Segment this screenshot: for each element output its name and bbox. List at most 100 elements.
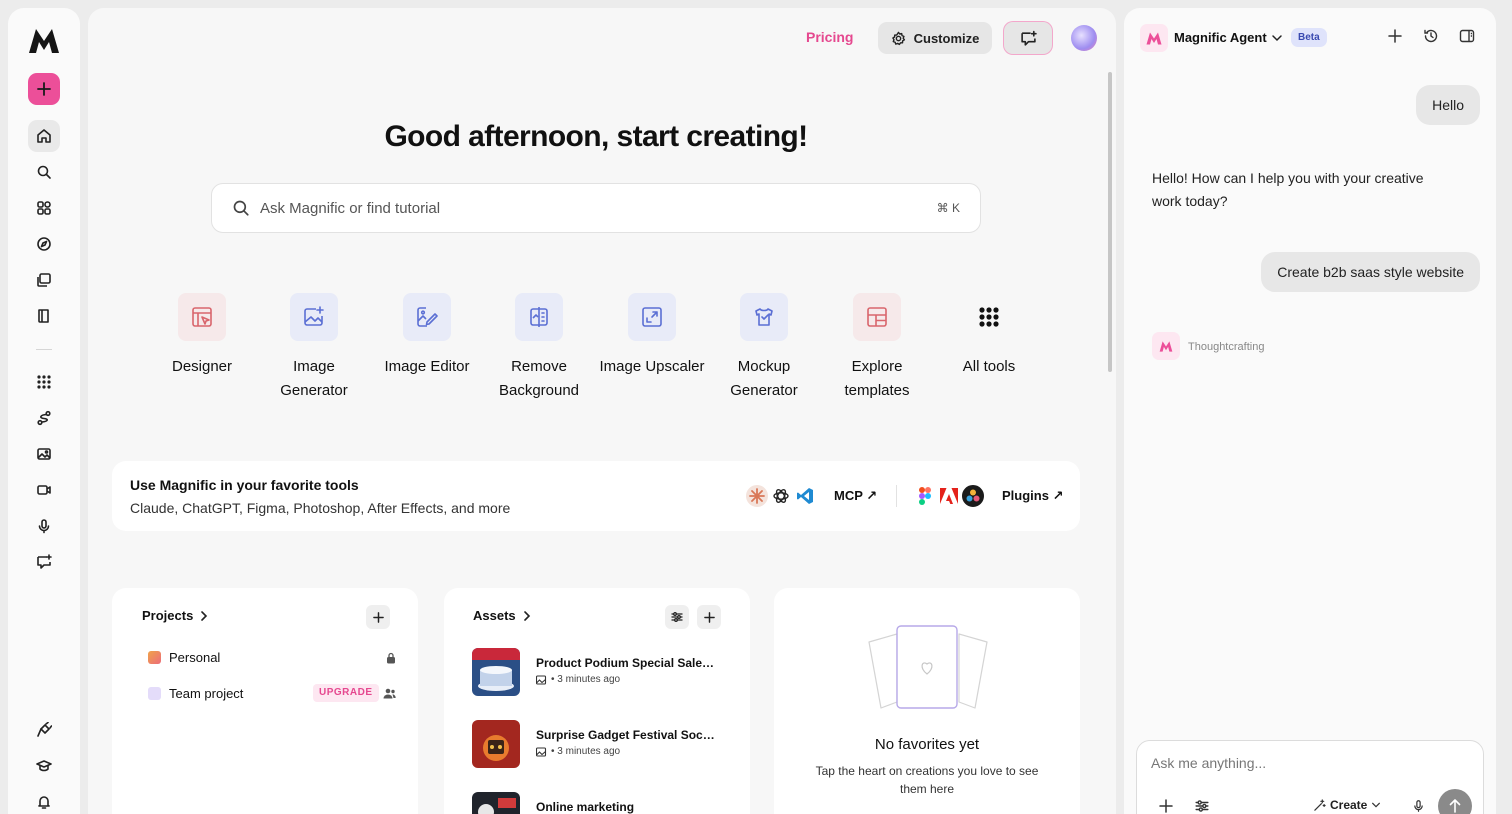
pricing-link[interactable]: Pricing: [806, 29, 853, 45]
workflow-icon[interactable]: [28, 402, 60, 434]
remove-background-icon: [515, 293, 563, 341]
tool-label: Designer: [171, 358, 233, 375]
new-chat-button[interactable]: [1387, 28, 1403, 44]
tool-explore-templates[interactable]: Explore templates: [822, 293, 932, 403]
home-icon[interactable]: [28, 120, 60, 152]
asset-name: Surprise Gadget Festival Social Post: [536, 728, 716, 742]
tool-designer[interactable]: Designer: [147, 293, 257, 379]
figma-logo-icon: [912, 483, 938, 509]
tool-remove-background[interactable]: Remove Background: [484, 293, 594, 403]
chat-input[interactable]: [1151, 755, 1451, 771]
library-icon[interactable]: [28, 300, 60, 332]
agent-selector[interactable]: Magnific Agent: [1174, 30, 1283, 45]
tool-image-generator[interactable]: Image Generator: [259, 293, 369, 403]
vscode-logo-icon: [792, 483, 818, 509]
tool-all-tools[interactable]: All tools: [934, 293, 1044, 379]
favorites-card: No favorites yet Tap the heart on creati…: [774, 588, 1080, 814]
history-icon: [1424, 29, 1438, 43]
designer-icon: [178, 293, 226, 341]
filter-assets-button[interactable]: [665, 605, 689, 629]
voice-input-button[interactable]: [1412, 799, 1425, 813]
tool-image-upscaler[interactable]: Image Upscaler: [597, 293, 707, 379]
explore-icon[interactable]: [28, 228, 60, 260]
scrollbar[interactable]: [1108, 72, 1112, 372]
favorites-empty-title: No favorites yet: [874, 736, 980, 753]
agent-panel: Magnific Agent Beta Hello Hello! How can…: [1124, 8, 1496, 814]
asset-meta: • 3 minutes ago: [536, 746, 716, 757]
asset-thumbnail: [472, 720, 520, 768]
agent-logo-icon: [1152, 332, 1180, 360]
arrow-up-icon: [1449, 799, 1461, 813]
plus-icon: [1388, 29, 1402, 43]
image-editor-icon: [403, 293, 451, 341]
projects-card: Projects Personal Team project UPGRADE: [112, 588, 418, 814]
mode-selector[interactable]: Create: [1313, 798, 1381, 812]
integrations-banner: Use Magnific in your favorite tools Clau…: [112, 461, 1080, 531]
projects-header[interactable]: Projects: [142, 608, 209, 623]
tool-label: Explore templates: [844, 358, 910, 399]
notifications-icon[interactable]: [28, 786, 60, 814]
feedback-icon[interactable]: [28, 546, 60, 578]
send-button[interactable]: [1438, 789, 1472, 814]
davinci-logo-icon: [960, 483, 986, 509]
sidebar: [8, 8, 80, 814]
user-message: Create b2b saas style website: [1261, 252, 1480, 292]
asset-item[interactable]: Online marketing: [472, 792, 716, 814]
plugin-icon[interactable]: [28, 714, 60, 746]
assets-title: Assets: [473, 608, 516, 623]
add-project-button[interactable]: [366, 605, 390, 629]
customize-label: Customize: [913, 30, 980, 46]
plugins-link[interactable]: Plugins ↗: [1002, 488, 1063, 504]
image-icon: [536, 674, 547, 685]
lock-icon: [387, 652, 395, 664]
learn-icon[interactable]: [28, 750, 60, 782]
project-color-dot: [148, 651, 161, 664]
integrations-title: Use Magnific in your favorite tools: [130, 477, 359, 493]
upgrade-badge[interactable]: UPGRADE: [313, 684, 379, 702]
templates-icon: [853, 293, 901, 341]
search-icon[interactable]: [28, 156, 60, 188]
gallery-icon[interactable]: [28, 264, 60, 296]
assistant-message: Hello! How can I help you with your crea…: [1152, 170, 1424, 209]
magnific-logo[interactable]: [28, 28, 60, 54]
chatgpt-logo-icon: [768, 483, 794, 509]
image-icon[interactable]: [28, 438, 60, 470]
asset-timestamp: • 3 minutes ago: [551, 746, 621, 757]
microphone-icon: [1414, 800, 1423, 812]
assets-header[interactable]: Assets: [473, 608, 532, 623]
asset-thumbnail: [472, 648, 520, 696]
video-icon[interactable]: [28, 474, 60, 506]
chevron-right-icon: [523, 610, 530, 621]
asset-item[interactable]: Product Podium Special Sale Banner • 3 m…: [472, 648, 716, 696]
all-tools-icon[interactable]: [28, 366, 60, 398]
sidebar-panel-icon: [1459, 29, 1475, 43]
tool-label: Remove Background: [498, 358, 580, 399]
toggle-panel-button[interactable]: [1459, 28, 1475, 44]
user-message: Hello: [1416, 85, 1480, 125]
project-item-team[interactable]: Team project: [148, 686, 243, 701]
history-button[interactable]: [1423, 28, 1439, 44]
page-title: Good afternoon, start creating!: [384, 120, 808, 153]
settings-button[interactable]: [1195, 799, 1209, 813]
mcp-link[interactable]: MCP ↗: [834, 488, 877, 504]
adobe-logo-icon: [936, 483, 962, 509]
chat-plus-icon: [1020, 30, 1037, 46]
search-bar[interactable]: Ask Magnific or find tutorial ⌘ K: [211, 183, 981, 233]
apps-icon[interactable]: [28, 192, 60, 224]
microphone-icon[interactable]: [28, 510, 60, 542]
tool-mockup-generator[interactable]: Mockup Generator: [709, 293, 819, 403]
search-input[interactable]: Ask Magnific or find tutorial: [260, 200, 937, 217]
asset-name: Online marketing: [536, 800, 635, 814]
tool-image-editor[interactable]: Image Editor: [372, 293, 482, 379]
feedback-button[interactable]: [1004, 22, 1052, 54]
search-shortcut: ⌘ K: [936, 201, 960, 215]
asset-item[interactable]: Surprise Gadget Festival Social Post • 3…: [472, 720, 716, 768]
new-creation-button[interactable]: [28, 73, 60, 105]
customize-button[interactable]: Customize: [878, 22, 992, 54]
user-avatar[interactable]: [1071, 25, 1097, 51]
image-upscaler-icon: [628, 293, 676, 341]
add-asset-button[interactable]: [697, 605, 721, 629]
attach-button[interactable]: [1159, 799, 1173, 813]
project-color-dot: [148, 687, 161, 700]
project-item-personal[interactable]: Personal: [148, 650, 220, 665]
